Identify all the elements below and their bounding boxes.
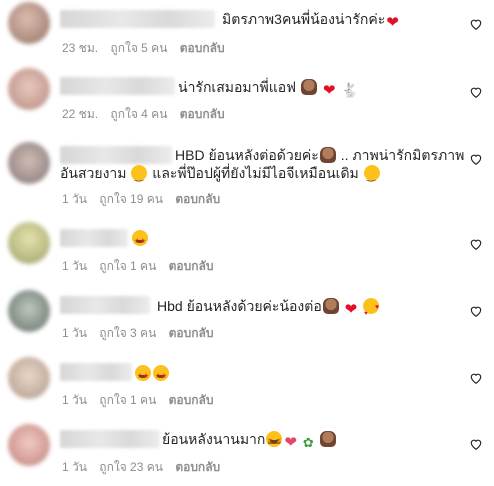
comment-time: 22 ชม.	[62, 107, 99, 121]
like-heart-icon[interactable]	[469, 17, 483, 31]
reply-button[interactable]: ตอบกลับ	[180, 107, 225, 121]
pink-heart-emoji: ❤	[284, 434, 297, 451]
like-heart-icon[interactable]	[469, 85, 483, 99]
like-heart-icon[interactable]	[469, 437, 483, 451]
comment-text: น่ารักเสมอมาพี่แอฟ ❤ 🐇	[178, 79, 359, 99]
username[interactable]	[60, 296, 150, 314]
cake-emoji	[319, 431, 336, 447]
avatar[interactable]	[8, 357, 50, 399]
comment-text: ย้อนหลังนานมาก❤ ✿	[162, 429, 494, 453]
heart-emoji: ❤	[344, 301, 358, 318]
like-heart-icon[interactable]	[469, 371, 483, 385]
rabbit-emoji: 🐇	[341, 82, 359, 98]
star-struck-emoji	[153, 365, 169, 387]
comment-time: 1 วัน	[62, 393, 87, 407]
reply-button[interactable]: ตอบกลับ	[169, 326, 214, 340]
avatar[interactable]	[8, 2, 50, 44]
smile-emoji	[363, 165, 380, 186]
avatar[interactable]	[8, 142, 50, 184]
comment-meta: 1 วัน ถูกใจ 19 คน ตอบกลับ	[62, 190, 229, 209]
like-count[interactable]: ถูกใจ 3 คน	[99, 326, 156, 340]
username[interactable]	[60, 10, 215, 28]
comment-text	[134, 363, 494, 387]
comment-meta: 1 วัน ถูกใจ 23 คน ตอบกลับ	[62, 458, 229, 477]
star-struck-emoji	[132, 230, 148, 252]
comment-meta: 1 วัน ถูกใจ 1 คน ตอบกลับ	[62, 257, 223, 276]
reply-button[interactable]: ตอบกลับ	[169, 393, 214, 407]
username[interactable]	[60, 229, 128, 247]
like-count[interactable]: ถูกใจ 5 คน	[110, 41, 167, 55]
comment-time: 1 วัน	[62, 192, 87, 206]
like-heart-icon[interactable]	[469, 237, 483, 251]
reply-button[interactable]: ตอบกลับ	[175, 192, 220, 206]
comment-time: 1 วัน	[62, 259, 87, 273]
cake-emoji	[322, 298, 339, 314]
like-count[interactable]: ถูกใจ 4 คน	[110, 107, 167, 121]
smiling-hearts-emoji	[363, 298, 379, 324]
avatar[interactable]	[8, 424, 50, 466]
reply-button[interactable]: ตอบกลับ	[180, 41, 225, 55]
comment-text: มิตรภาพ3คนพี่น้องน่ารักค่ะ❤	[222, 11, 399, 31]
username[interactable]	[60, 363, 132, 381]
comment-time: 1 วัน	[62, 326, 87, 340]
like-count[interactable]: ถูกใจ 19 คน	[99, 192, 163, 206]
username[interactable]	[60, 146, 172, 164]
comment-text-line2: อันสวยงาม และพี่ป๊อปผู้ที่ยังไม่มีไอจีเห…	[60, 163, 460, 186]
comment-meta: 1 วัน ถูกใจ 3 คน ตอบกลับ	[62, 324, 223, 343]
comment-text: Hbd ย้อนหลังด้วยค่ะน้องต่อ ❤	[157, 296, 494, 324]
comment-time: 23 ชม.	[62, 41, 99, 55]
cake-emoji	[319, 147, 336, 163]
avatar[interactable]	[8, 68, 50, 110]
reply-button[interactable]: ตอบกลับ	[169, 259, 214, 273]
comment-meta: 23 ชม. ถูกใจ 5 คน ตอบกลับ	[62, 39, 234, 58]
like-heart-icon[interactable]	[469, 152, 483, 166]
cake-emoji	[300, 79, 317, 95]
heart-emoji: ❤	[386, 14, 399, 31]
reply-button[interactable]: ตอบกลับ	[175, 460, 220, 474]
comment-time: 1 วัน	[62, 460, 87, 474]
bouquet-emoji: ✿	[302, 435, 314, 450]
comment-text	[131, 228, 494, 252]
username[interactable]	[60, 77, 175, 95]
like-heart-icon[interactable]	[469, 304, 483, 318]
like-count[interactable]: ถูกใจ 1 คน	[99, 393, 156, 407]
star-struck-emoji	[135, 365, 151, 387]
laughing-emoji	[266, 431, 283, 452]
like-count[interactable]: ถูกใจ 1 คน	[99, 259, 156, 273]
smile-emoji	[131, 165, 148, 186]
username[interactable]	[60, 430, 160, 448]
like-count[interactable]: ถูกใจ 23 คน	[99, 460, 163, 474]
comment-meta: 22 ชม. ถูกใจ 4 คน ตอบกลับ	[62, 105, 234, 124]
comment-text: HBD ย้อนหลังต่อด้วยค่ะ .. ภาพน่ารักมิตรภ…	[175, 147, 465, 163]
avatar[interactable]	[8, 290, 50, 332]
comment-meta: 1 วัน ถูกใจ 1 คน ตอบกลับ	[62, 391, 223, 410]
heart-emoji: ❤	[322, 82, 336, 99]
avatar[interactable]	[8, 222, 50, 264]
